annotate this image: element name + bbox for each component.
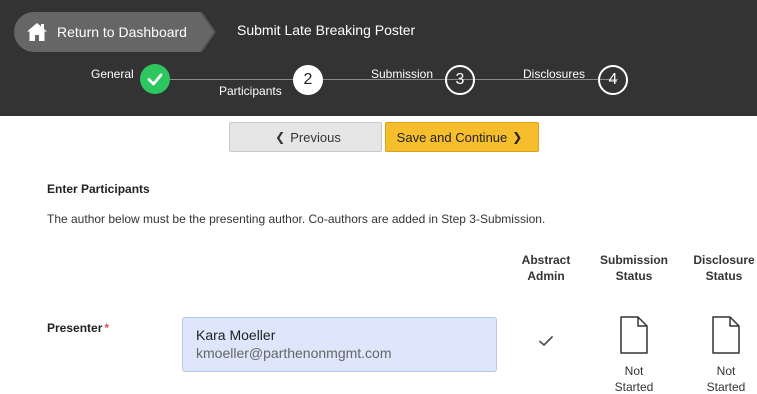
status-line: Not [716, 364, 736, 378]
status-line: Not [624, 364, 644, 378]
previous-button-label: Previous [290, 129, 341, 145]
step-submission-label: Submission [371, 67, 434, 81]
column-header-line: Submission [599, 253, 668, 267]
step-participants[interactable]: 2 [293, 65, 323, 95]
chevron-right-icon: ❯ [512, 130, 523, 144]
breadcrumb-current-page: Submit Late Breaking Poster [237, 22, 416, 38]
return-to-dashboard-label: Return to Dashboard [57, 24, 187, 40]
column-header-line: Disclosure [693, 253, 755, 267]
checkmark-icon [147, 73, 163, 86]
disclosure-document-icon[interactable] [711, 316, 741, 354]
column-header-line: Abstract [521, 253, 571, 267]
step-general[interactable] [140, 64, 170, 94]
previous-button[interactable]: ❮ Previous [229, 122, 382, 152]
chevron-left-icon: ❮ [275, 130, 286, 144]
return-to-dashboard-button[interactable]: Return to Dashboard [14, 12, 200, 52]
step-participants-number: 2 [303, 71, 313, 88]
step-general-label: General [91, 67, 134, 81]
step-participants-label: Participants [219, 84, 282, 98]
section-instructions: The author below must be the presenting … [47, 212, 546, 226]
column-header-abstract-admin: Abstract Admin [512, 252, 580, 284]
column-header-line: Status [615, 269, 653, 283]
step-disclosures[interactable]: 4 [598, 65, 628, 95]
presenter-participant-card[interactable]: Kara Moeller kmoeller@parthenonmgmt.com [182, 317, 497, 372]
column-header-disclosure-status: Disclosure Status [681, 252, 757, 284]
presenter-label: Presenter * [47, 321, 109, 335]
save-button-label: Save and Continue [396, 129, 508, 145]
status-line: Started [706, 380, 746, 394]
section-title: Enter Participants [47, 182, 150, 196]
step-submission[interactable]: 3 [445, 65, 475, 95]
column-header-line: Admin [527, 269, 565, 283]
breadcrumb-separator [200, 12, 216, 52]
disclosure-status-text: Not Started [696, 363, 756, 394]
step-disclosures-number: 4 [608, 71, 618, 88]
required-marker: * [104, 321, 110, 335]
save-and-continue-button[interactable]: Save and Continue ❯ [385, 122, 539, 152]
home-icon [27, 23, 47, 41]
step-submission-number: 3 [455, 71, 465, 88]
submission-document-icon[interactable] [619, 316, 649, 354]
participant-email: kmoeller@parthenonmgmt.com [196, 345, 392, 361]
presenter-label-text: Presenter [47, 321, 103, 335]
submission-status-text: Not Started [604, 363, 664, 394]
column-header-line: Status [705, 269, 743, 283]
status-line: Started [614, 380, 654, 394]
column-header-submission-status: Submission Status [594, 252, 674, 284]
abstract-admin-checkmark-icon[interactable] [536, 333, 556, 349]
participant-name: Kara Moeller [196, 327, 276, 343]
step-disclosures-label: Disclosures [523, 67, 586, 81]
